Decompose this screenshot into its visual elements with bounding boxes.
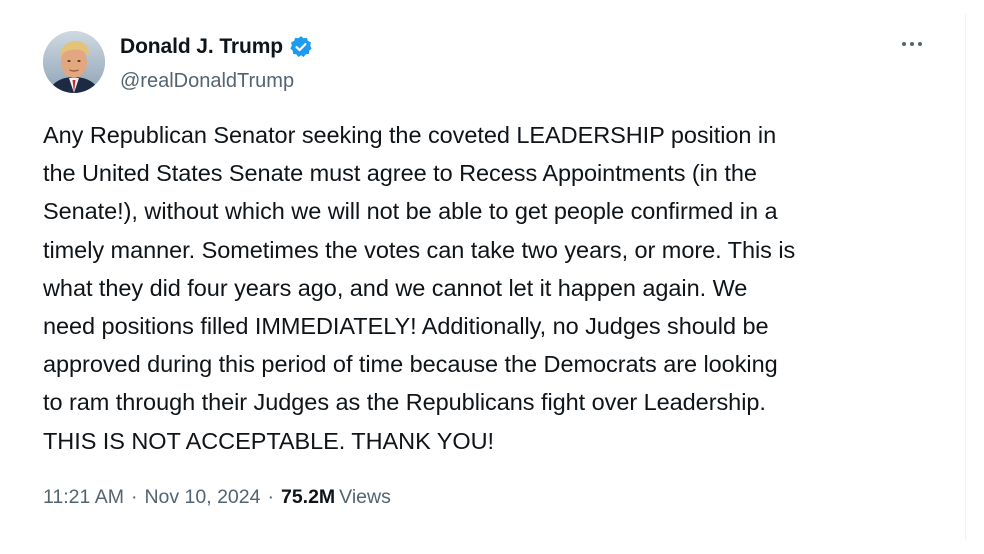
post-text: Any Republican Senator seeking the covet… xyxy=(43,122,796,454)
post-time[interactable]: 11:21 AM xyxy=(43,486,124,509)
views-count[interactable]: 75.2M xyxy=(281,486,335,509)
meta-separator: · xyxy=(130,486,138,508)
post-card: Donald J. Trump @realDonaldTrump Any Rep… xyxy=(0,0,984,554)
display-name-row: Donald J. Trump xyxy=(120,34,312,60)
more-horizontal-icon[interactable] xyxy=(900,35,924,53)
avatar[interactable] xyxy=(43,31,105,93)
avatar-image xyxy=(43,31,105,93)
post-meta: 11:21 AM · Nov 10, 2024 · 75.2M Views xyxy=(43,486,391,509)
author-names: Donald J. Trump @realDonaldTrump xyxy=(120,34,312,93)
verified-badge-icon[interactable] xyxy=(290,36,312,58)
post-header: Donald J. Trump @realDonaldTrump xyxy=(43,31,944,95)
author-handle[interactable]: @realDonaldTrump xyxy=(120,70,312,93)
display-name[interactable]: Donald J. Trump xyxy=(120,35,283,59)
meta-separator: · xyxy=(267,486,274,508)
views-label: Views xyxy=(339,486,391,508)
post-date[interactable]: Nov 10, 2024 xyxy=(144,486,260,509)
